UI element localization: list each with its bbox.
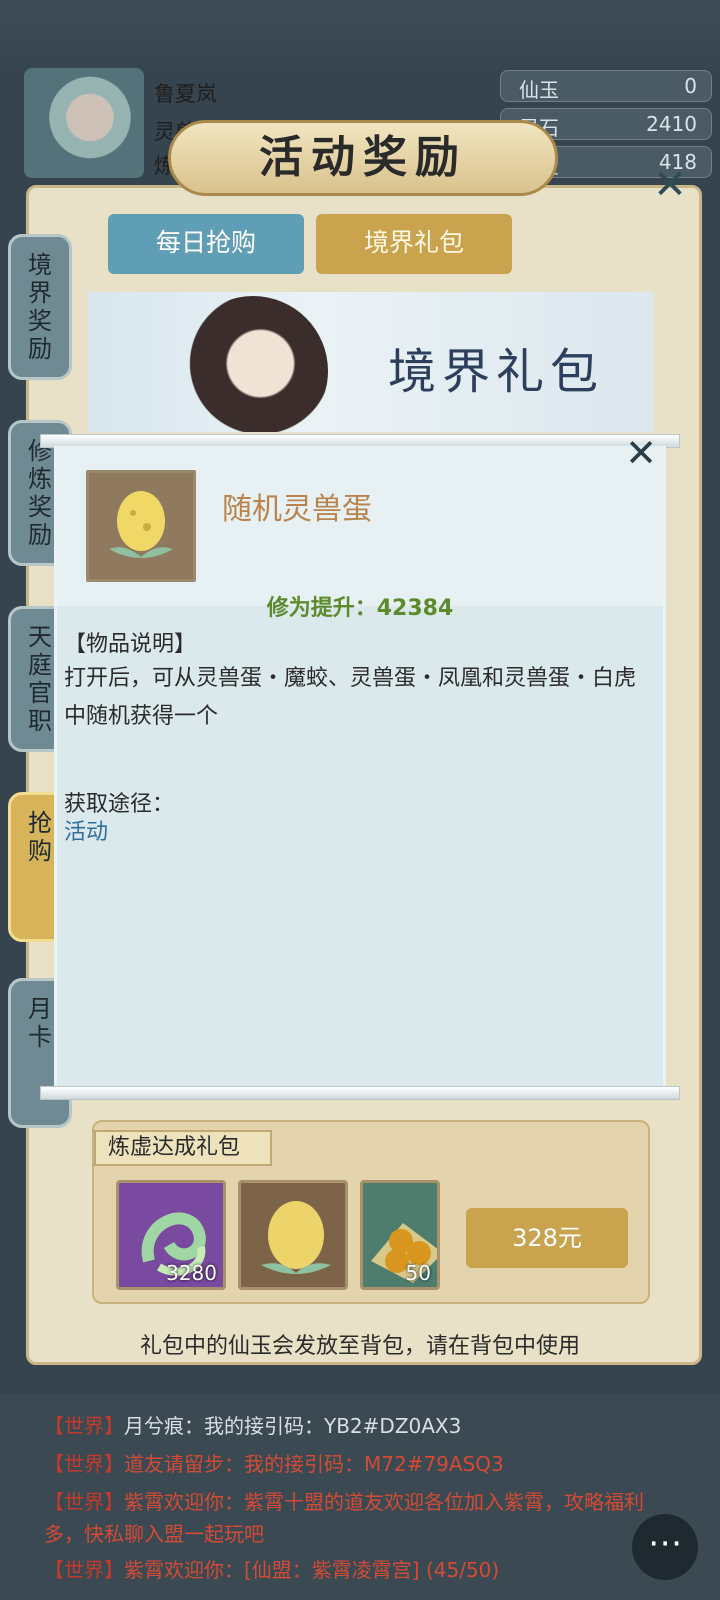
scroll-rod-bottom (40, 1086, 680, 1100)
item-count: 50 (405, 1261, 431, 1285)
banner-text: 境界礼包 (388, 344, 605, 400)
chat-text: 月兮痕：我的接引码：YB2#DZ0AX3 (124, 1414, 462, 1438)
gift-item-slot[interactable]: 50 (360, 1180, 440, 1290)
panel-title: 活动奖励 (168, 120, 558, 196)
chat-text: 紫霄欢迎你：紫霄十盟的道友欢迎各位加入紫霄，攻略福利多，快私聊入盟一起玩吧 (44, 1490, 644, 1546)
item-description: 打开后，可从灵兽蛋・魔蛟、灵兽蛋・凤凰和灵兽蛋・白虎中随机获得一个 (64, 666, 637, 729)
close-panel-icon[interactable]: ✕ (650, 165, 690, 205)
chat-channel: 【世界】 (44, 1414, 124, 1438)
chat-line: 【世界】道友请留步：我的接引码：M72#79ASQ3 (44, 1448, 504, 1480)
spirit-egg-icon (109, 491, 173, 558)
source-link[interactable]: 活动 (64, 814, 108, 846)
chat-bubble-icon[interactable]: ⋯ (632, 1514, 698, 1580)
tab-realm-pack[interactable]: 境界礼包 (316, 214, 512, 274)
resource-label: 仙玉 (519, 78, 559, 102)
player-avatar[interactable] (24, 68, 144, 178)
chat-line: 【世界】紫霄欢迎你：[仙盟：紫霄凌霄宫] (45/50) (44, 1554, 499, 1586)
resource-value: 2410 (646, 112, 697, 136)
chat-channel: 【世界】 (44, 1490, 124, 1514)
character-illustration (178, 296, 328, 432)
description-header: 【物品说明】 (64, 632, 197, 657)
gift-pack-title: 炼虚达成礼包 (94, 1130, 273, 1166)
cultivation-boost: 修为提升：42384 (266, 596, 454, 621)
item-name: 随机灵兽蛋 (222, 492, 372, 527)
resource-xianyu[interactable]: 仙玉 0 (500, 70, 712, 102)
chat-channel: 【世界】 (44, 1558, 124, 1582)
chat-text: 紫霄欢迎你：[仙盟：紫霄凌霄宫] (45/50) (124, 1558, 500, 1582)
chat-line: 【世界】月兮痕：我的接引码：YB2#DZ0AX3 (44, 1410, 461, 1442)
side-tab-realm-reward[interactable]: 境界奖励 (8, 234, 72, 380)
gift-item-slot[interactable]: 3280 (116, 1180, 226, 1290)
close-popup-icon[interactable]: ✕ (618, 430, 664, 476)
top-bar (0, 0, 720, 70)
gift-item-slot[interactable] (238, 1180, 348, 1290)
item-count: 3280 (166, 1261, 217, 1285)
item-icon-frame (86, 470, 196, 582)
promo-banner: 境界礼包 (88, 292, 654, 432)
resource-value: 0 (684, 74, 697, 98)
chat-channel: 【世界】 (44, 1452, 124, 1476)
gift-notice: 礼包中的仙玉会发放至背包，请在背包中使用 (139, 1334, 580, 1359)
gift-pack-card: 炼虚达成礼包 3280 50 328元 (92, 1120, 650, 1304)
buy-price-button[interactable]: 328元 (466, 1208, 628, 1268)
tab-daily-sale[interactable]: 每日抢购 (108, 214, 304, 274)
player-name: 鲁夏岚 (154, 82, 217, 106)
chat-text: 道友请留步：我的接引码：M72#79ASQ3 (124, 1452, 504, 1476)
chat-line: 【世界】紫霄欢迎你：紫霄十盟的道友欢迎各位加入紫霄，攻略福利多，快私聊入盟一起玩… (44, 1486, 674, 1550)
spirit-egg-icon (261, 1201, 331, 1274)
